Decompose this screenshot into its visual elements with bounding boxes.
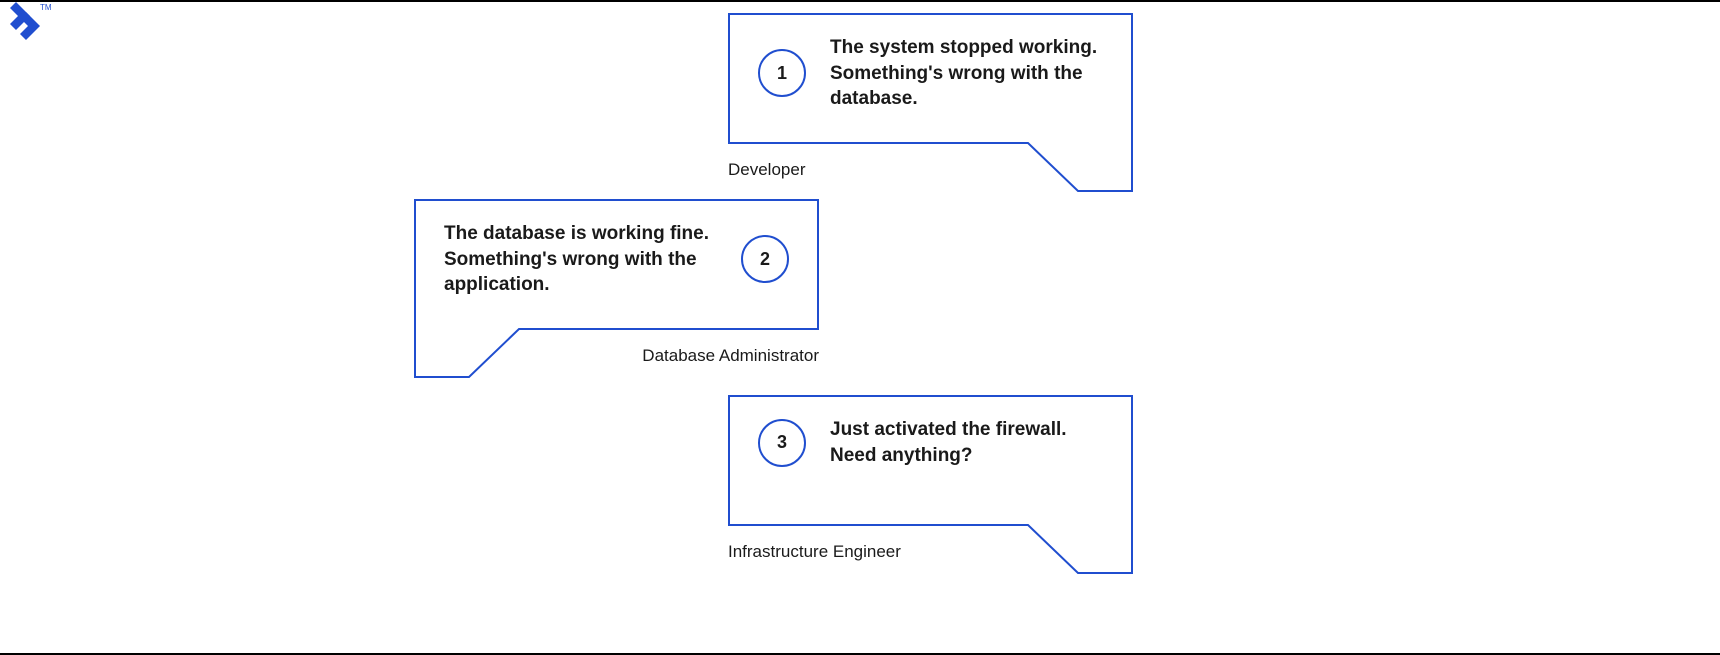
message-1: The system stopped working. Something's … — [830, 35, 1113, 112]
diagram-stage: TM 1 The system stopped working. Somethi… — [0, 0, 1720, 655]
step-number-2: 2 — [741, 235, 789, 283]
step-number-3: 3 — [758, 419, 806, 467]
step-number-1: 1 — [758, 49, 806, 97]
message-2: The database is working fine. Something'… — [444, 221, 717, 298]
message-3: Just activated the firewall. Need anythi… — [830, 417, 1113, 468]
role-label-2: Database Administrator — [642, 346, 819, 366]
trademark: TM — [40, 3, 52, 12]
role-label-1: Developer — [728, 160, 806, 180]
brand-logo: TM — [0, 0, 60, 58]
role-label-3: Infrastructure Engineer — [728, 542, 901, 562]
